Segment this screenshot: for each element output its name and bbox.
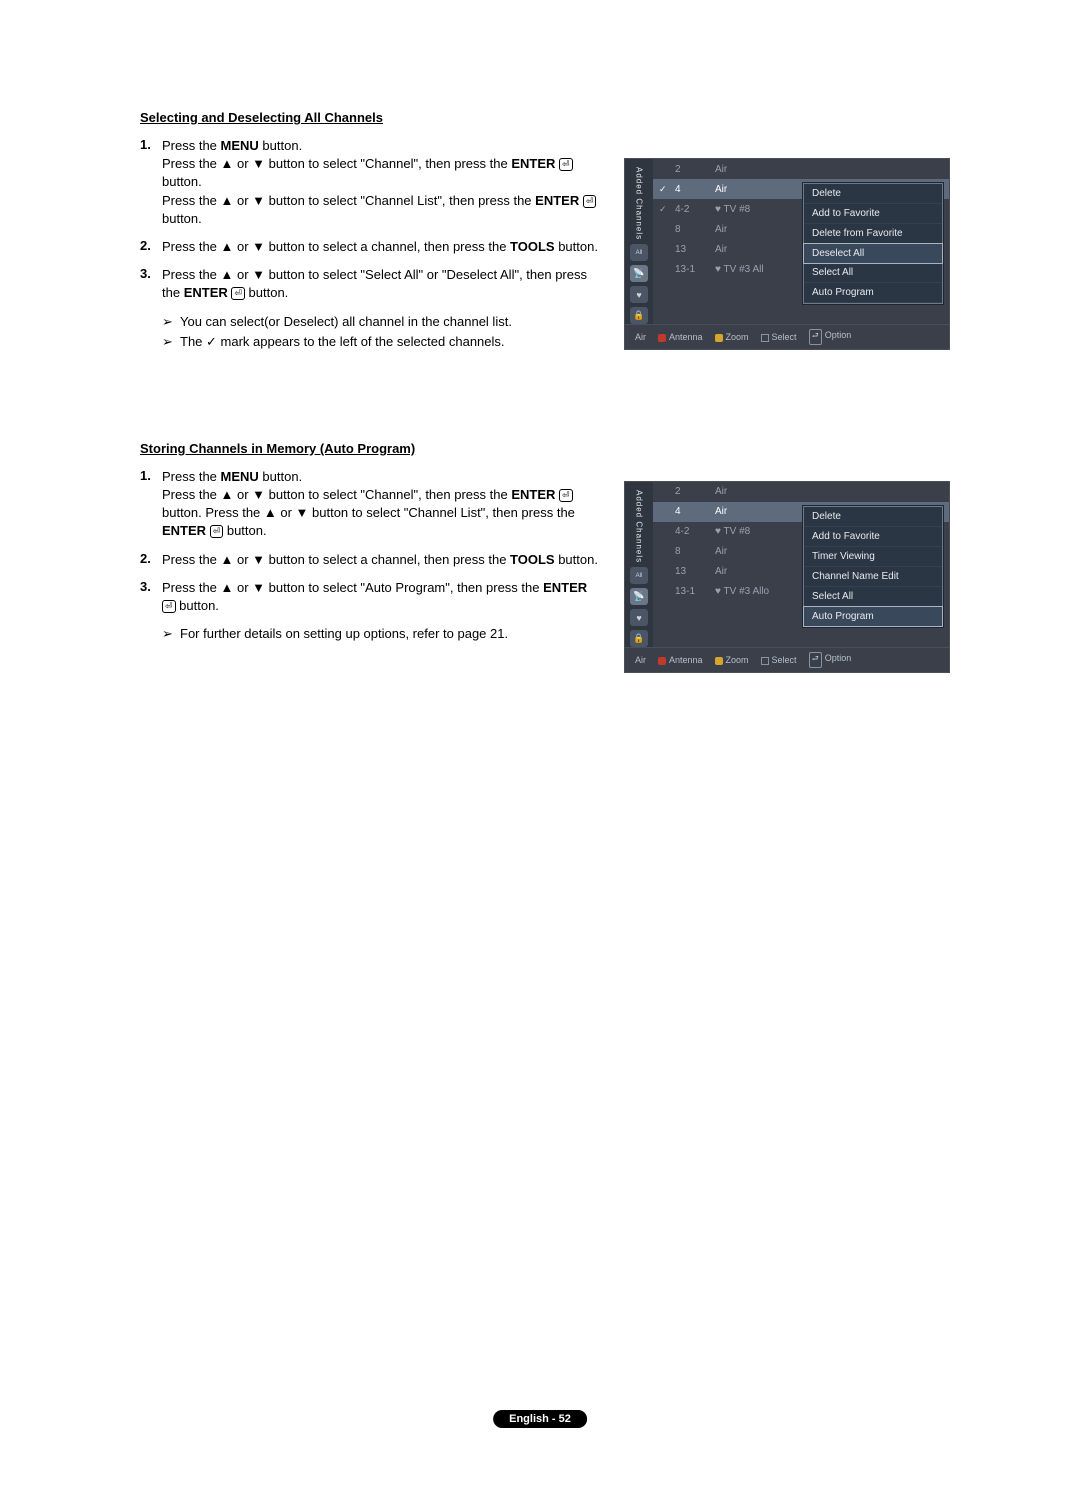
note: ➢The ✓ mark appears to the left of the s… bbox=[140, 333, 600, 351]
footer-antenna: Antenna bbox=[658, 655, 703, 665]
menu-item: Delete bbox=[804, 507, 942, 527]
footer-option: ⮐Option bbox=[809, 329, 852, 345]
step: 2.Press the ▲ or ▼ button to select a ch… bbox=[140, 551, 600, 569]
osd-sidebar: Added Channels 📡 ♥ 🔒 bbox=[625, 482, 653, 647]
channel-number: 8 bbox=[675, 224, 709, 235]
sidebar-label: Added Channels bbox=[635, 165, 644, 240]
footer-zoom: Zoom bbox=[715, 655, 749, 665]
osd-footer: Air Antenna Zoom Select ⮐Option bbox=[625, 647, 949, 672]
menu-item: Select All bbox=[804, 263, 942, 283]
osd-sidebar: Added Channels 📡 ♥ 🔒 bbox=[625, 159, 653, 324]
channel-number: 13 bbox=[675, 244, 709, 255]
menu-item: Add to Favorite bbox=[804, 204, 942, 224]
footer-air: Air bbox=[635, 655, 646, 665]
channel-number: 13 bbox=[675, 566, 709, 577]
note-icon: ➢ bbox=[162, 625, 180, 643]
channel-number: 13-1 bbox=[675, 586, 709, 597]
menu-item: Add to Favorite bbox=[804, 527, 942, 547]
channel-name: Air bbox=[715, 486, 943, 497]
step-text: Press the ▲ or ▼ button to select "Auto … bbox=[162, 579, 600, 615]
section-heading: Selecting and Deselecting All Channels bbox=[140, 110, 950, 125]
note-icon: ➢ bbox=[162, 313, 180, 331]
menu-item: Select All bbox=[804, 587, 942, 607]
antenna-icon: 📡 bbox=[630, 588, 648, 605]
section-auto-program: Storing Channels in Memory (Auto Program… bbox=[140, 441, 950, 644]
channel-number: 13-1 bbox=[675, 264, 709, 275]
note: ➢You can select(or Deselect) all channel… bbox=[140, 313, 600, 331]
all-icon bbox=[630, 567, 648, 584]
step-text: Press the MENU button.Press the ▲ or ▼ b… bbox=[162, 468, 600, 541]
step: 3.Press the ▲ or ▼ button to select "Sel… bbox=[140, 266, 600, 302]
step-text: Press the ▲ or ▼ button to select a chan… bbox=[162, 551, 600, 569]
menu-item: Deselect All bbox=[803, 243, 943, 264]
step-number: 1. bbox=[140, 468, 162, 541]
step: 1.Press the MENU button.Press the ▲ or ▼… bbox=[140, 468, 600, 541]
footer-option: ⮐Option bbox=[809, 652, 852, 668]
section-heading: Storing Channels in Memory (Auto Program… bbox=[140, 441, 950, 456]
check-icon: ✓ bbox=[659, 184, 669, 195]
channel-list: DeleteAdd to FavoriteDelete from Favorit… bbox=[653, 159, 949, 324]
context-menu: DeleteAdd to FavoriteTimer ViewingChanne… bbox=[803, 506, 943, 627]
channel-list: DeleteAdd to FavoriteTimer ViewingChanne… bbox=[653, 482, 949, 647]
note: ➢For further details on setting up optio… bbox=[140, 625, 600, 643]
menu-item: Timer Viewing bbox=[804, 547, 942, 567]
footer-air: Air bbox=[635, 332, 646, 342]
note-text: You can select(or Deselect) all channel … bbox=[180, 313, 512, 331]
step-number: 1. bbox=[140, 137, 162, 228]
note-text: The ✓ mark appears to the left of the se… bbox=[180, 333, 505, 351]
footer-select: Select bbox=[761, 332, 797, 342]
all-icon bbox=[630, 244, 648, 261]
osd-footer: Air Antenna Zoom Select ⮐Option bbox=[625, 324, 949, 349]
step-number: 2. bbox=[140, 238, 162, 256]
osd-screenshot: Added Channels 📡 ♥ 🔒 DeleteAdd to Favori… bbox=[624, 481, 950, 673]
channel-number: 4 bbox=[675, 184, 709, 195]
step-number: 2. bbox=[140, 551, 162, 569]
channel-number: 8 bbox=[675, 546, 709, 557]
heart-icon: ♥ bbox=[630, 609, 648, 626]
note-icon: ➢ bbox=[162, 333, 180, 351]
step-number: 3. bbox=[140, 266, 162, 302]
step-text: Press the ▲ or ▼ button to select "Selec… bbox=[162, 266, 600, 302]
step: 1.Press the MENU button.Press the ▲ or ▼… bbox=[140, 137, 600, 228]
antenna-icon: 📡 bbox=[630, 265, 648, 282]
lock-icon: 🔒 bbox=[630, 307, 648, 324]
heart-icon: ♥ bbox=[630, 286, 648, 303]
osd-screenshot: Added Channels 📡 ♥ 🔒 DeleteAdd to Favori… bbox=[624, 158, 950, 350]
step: 3.Press the ▲ or ▼ button to select "Aut… bbox=[140, 579, 600, 615]
context-menu: DeleteAdd to FavoriteDelete from Favorit… bbox=[803, 183, 943, 304]
channel-number: 2 bbox=[675, 164, 709, 175]
channel-number: 4 bbox=[675, 506, 709, 517]
check-icon: ✓ bbox=[659, 204, 669, 215]
channel-number: 4-2 bbox=[675, 204, 709, 215]
footer-select: Select bbox=[761, 655, 797, 665]
channel-number: 4-2 bbox=[675, 526, 709, 537]
step: 2.Press the ▲ or ▼ button to select a ch… bbox=[140, 238, 600, 256]
step-text: Press the MENU button.Press the ▲ or ▼ b… bbox=[162, 137, 600, 228]
channel-name: Air bbox=[715, 164, 943, 175]
menu-item: Delete bbox=[804, 184, 942, 204]
step-number: 3. bbox=[140, 579, 162, 615]
footer-zoom: Zoom bbox=[715, 332, 749, 342]
step-text: Press the ▲ or ▼ button to select a chan… bbox=[162, 238, 600, 256]
channel-row: 2 Air bbox=[653, 159, 949, 179]
channel-number: 2 bbox=[675, 486, 709, 497]
menu-item: Delete from Favorite bbox=[804, 224, 942, 244]
lock-icon: 🔒 bbox=[630, 630, 648, 647]
menu-item: Auto Program bbox=[803, 606, 943, 627]
menu-item: Channel Name Edit bbox=[804, 567, 942, 587]
section-select-deselect: Selecting and Deselecting All Channels 1… bbox=[140, 110, 950, 351]
menu-item: Auto Program bbox=[804, 283, 942, 303]
sidebar-label: Added Channels bbox=[635, 488, 644, 563]
channel-row: 2 Air bbox=[653, 482, 949, 502]
page-number: English - 52 bbox=[493, 1410, 587, 1428]
footer-antenna: Antenna bbox=[658, 332, 703, 342]
note-text: For further details on setting up option… bbox=[180, 625, 508, 643]
